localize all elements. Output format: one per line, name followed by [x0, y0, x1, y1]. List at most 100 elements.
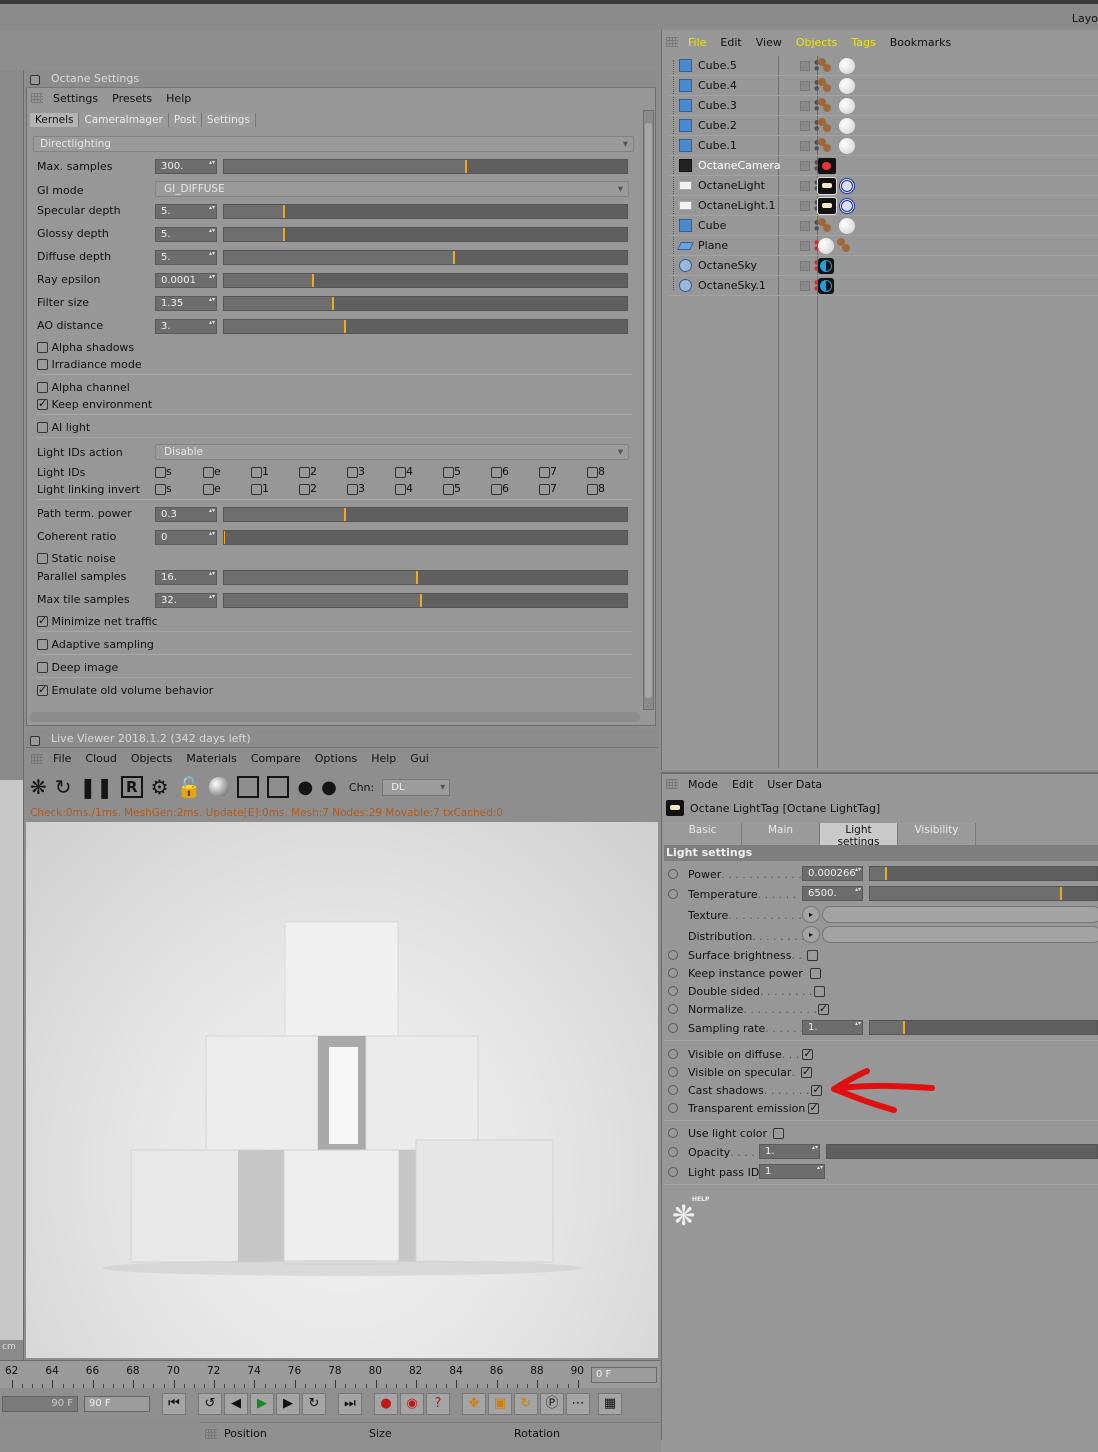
- panel-close-box[interactable]: [30, 75, 40, 85]
- path-term-power-slider[interactable]: [223, 507, 628, 522]
- ray-epsilon-slider[interactable]: [223, 273, 628, 288]
- layer-box[interactable]: [800, 260, 810, 271]
- anim-dot[interactable]: [668, 968, 678, 978]
- object-name[interactable]: Cube.5: [698, 59, 790, 72]
- temperature-field[interactable]: 6500.: [802, 886, 863, 901]
- menu-settings[interactable]: Settings: [53, 92, 98, 105]
- gear-icon[interactable]: ⚙: [151, 775, 169, 799]
- light-id-4[interactable]: 4: [395, 465, 443, 478]
- anim-dot[interactable]: [668, 1085, 678, 1095]
- object-name[interactable]: Cube.2: [698, 119, 790, 132]
- use-light-color-checkbox[interactable]: [773, 1127, 785, 1139]
- adaptive-sampling-checkbox[interactable]: [37, 638, 48, 650]
- light-id-5[interactable]: 5: [443, 465, 491, 478]
- crop-icon[interactable]: [237, 776, 260, 798]
- viewer-menu-gui[interactable]: Gui: [410, 752, 429, 765]
- power-field[interactable]: 0.000266: [802, 866, 863, 881]
- white-material-tag-icon[interactable]: [839, 138, 855, 154]
- om-menu-edit[interactable]: Edit: [720, 36, 741, 49]
- layer-box[interactable]: [800, 120, 810, 131]
- coords-grip-icon[interactable]: [205, 1429, 217, 1439]
- layer-box[interactable]: [800, 140, 810, 151]
- link-id-1[interactable]: 1: [251, 482, 299, 495]
- visible-on-diffuse-checkbox[interactable]: [802, 1047, 814, 1060]
- settings-scrollbar[interactable]: [643, 110, 654, 710]
- glossy-depth-slider[interactable]: [223, 227, 628, 242]
- octane-help-icon[interactable]: ❋: [672, 1199, 695, 1232]
- layer-box[interactable]: [800, 280, 810, 291]
- minimize-net-traffic-row[interactable]: Minimize net traffic: [37, 612, 158, 630]
- end-frame-field[interactable]: 90 F: [84, 1396, 150, 1412]
- region-render-icon[interactable]: R: [121, 776, 143, 798]
- layer-box[interactable]: [800, 100, 810, 111]
- anim-dot[interactable]: [668, 1049, 678, 1059]
- object-row[interactable]: OctaneSky ● ●: [668, 256, 1098, 276]
- static-noise-row[interactable]: Static noise: [37, 549, 116, 567]
- max-tile-samples-field[interactable]: 32.: [155, 593, 217, 608]
- layer-box[interactable]: [800, 220, 810, 231]
- object-name[interactable]: OctaneCamera: [698, 159, 790, 172]
- light-id-e[interactable]: e: [203, 465, 251, 478]
- start-frame-field[interactable]: 90 F: [2, 1396, 78, 1412]
- object-name[interactable]: OctaneSky.1: [698, 279, 790, 292]
- anim-dot[interactable]: [668, 1103, 678, 1113]
- link-id-e[interactable]: e: [203, 482, 251, 495]
- keep-instance-power-checkbox[interactable]: [810, 967, 822, 979]
- distribution-link-field[interactable]: [822, 926, 1098, 943]
- max-samples-slider[interactable]: [223, 159, 628, 174]
- max-tile-samples-slider[interactable]: [223, 593, 628, 608]
- emulate-old-volume-row[interactable]: Emulate old volume behavior: [37, 681, 213, 699]
- am-menu-edit[interactable]: Edit: [732, 778, 753, 791]
- object-name[interactable]: OctaneLight: [698, 179, 790, 192]
- light-id-7[interactable]: 7: [539, 465, 587, 478]
- irradiance-mode-checkbox[interactable]: [37, 358, 48, 370]
- link-id-2[interactable]: 2: [299, 482, 347, 495]
- link-id-s[interactable]: s: [155, 482, 203, 495]
- white-material-tag-icon[interactable]: [839, 78, 855, 94]
- object-name[interactable]: Cube.1: [698, 139, 790, 152]
- material-tag-icon[interactable]: [818, 118, 836, 134]
- alpha-channel-row[interactable]: Alpha channel: [37, 378, 130, 396]
- menu-help[interactable]: Help: [166, 92, 191, 105]
- viewer-menu-options[interactable]: Options: [315, 752, 357, 765]
- viewer-menu-cloud[interactable]: Cloud: [85, 752, 116, 765]
- layer-box[interactable]: [800, 240, 810, 251]
- object-row[interactable]: Cube.5●●✓: [668, 56, 1098, 76]
- restart-render-icon[interactable]: ↻: [55, 775, 72, 799]
- ao-distance-slider[interactable]: [223, 319, 628, 334]
- rotate-key-icon[interactable]: ↻: [514, 1393, 538, 1415]
- object-row[interactable]: Cube.3●●✓: [668, 96, 1098, 116]
- white-material-tag-icon[interactable]: [839, 58, 855, 74]
- om-menu-tags[interactable]: Tags: [851, 36, 875, 49]
- max-samples-field[interactable]: 300.: [155, 159, 217, 174]
- camera-tag-icon[interactable]: [818, 158, 836, 174]
- layer-box[interactable]: [800, 200, 810, 211]
- keep-environment-checkbox[interactable]: [37, 397, 48, 410]
- object-row[interactable]: Cube.1●●✓: [668, 136, 1098, 156]
- light-id-1[interactable]: 1: [251, 465, 299, 478]
- light-tag-icon[interactable]: [817, 197, 837, 215]
- opacity-slider[interactable]: [826, 1144, 1098, 1159]
- object-name[interactable]: OctaneSky: [698, 259, 790, 272]
- tab-cameraimager[interactable]: CameraImager: [79, 113, 169, 127]
- current-frame-field[interactable]: 0 F: [591, 1367, 657, 1383]
- object-name[interactable]: Cube: [698, 219, 790, 232]
- go-to-end-icon[interactable]: ⏭: [338, 1393, 362, 1415]
- gi-mode-dropdown[interactable]: GI_DIFFUSE: [155, 181, 629, 197]
- layer-box[interactable]: [800, 60, 810, 71]
- live-viewer-titlebar[interactable]: Live Viewer 2018.1.2 (342 days left): [26, 730, 658, 748]
- object-row[interactable]: Cube.4●●✓: [668, 76, 1098, 96]
- render-view[interactable]: [26, 822, 658, 1358]
- alpha-channel-checkbox[interactable]: [37, 381, 48, 393]
- link-id-3[interactable]: 3: [347, 482, 395, 495]
- anim-dot[interactable]: [668, 1128, 678, 1138]
- viewer-menu-help[interactable]: Help: [371, 752, 396, 765]
- texture-link-button[interactable]: ▸: [802, 906, 820, 923]
- light-id-3[interactable]: 3: [347, 465, 395, 478]
- object-row[interactable]: Cube●●✓: [668, 216, 1098, 236]
- viewer-menu-objects[interactable]: Objects: [131, 752, 173, 765]
- filter-size-field[interactable]: 1.35: [155, 296, 217, 311]
- object-tag-icon[interactable]: [839, 198, 855, 214]
- double-sided-checkbox[interactable]: [814, 985, 826, 997]
- viewer-grip-icon[interactable]: [31, 754, 43, 764]
